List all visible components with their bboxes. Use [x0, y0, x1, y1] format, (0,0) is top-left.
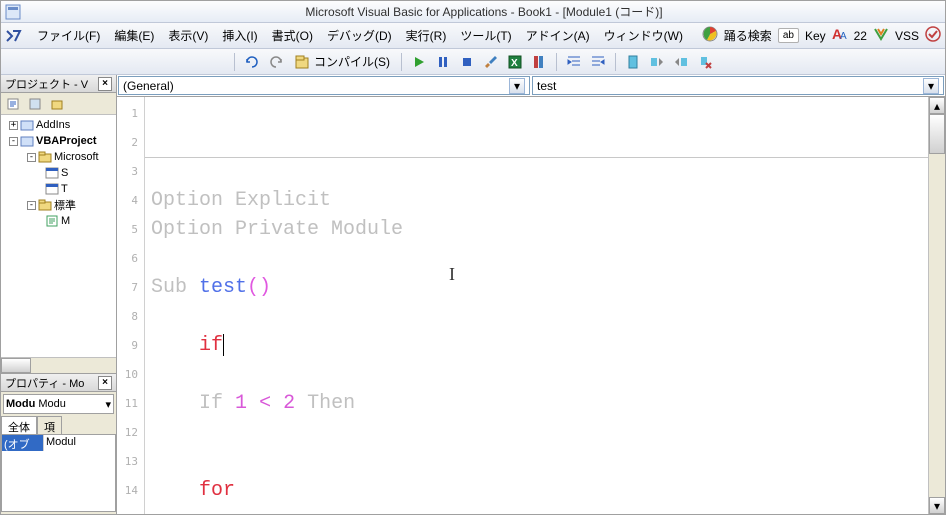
chevron-down-icon: ▾	[923, 78, 939, 94]
key-label: Key	[805, 29, 826, 43]
close-properties-pane[interactable]: ×	[98, 376, 112, 390]
vss-icon[interactable]	[873, 26, 889, 45]
count-label: 22	[854, 29, 867, 43]
svg-text:X: X	[511, 58, 518, 69]
indent-button[interactable]	[564, 52, 584, 72]
run-button[interactable]	[409, 52, 429, 72]
project-hscroll[interactable]	[1, 357, 116, 373]
scroll-thumb[interactable]	[929, 114, 945, 154]
menu-addins[interactable]: アドイン(A)	[520, 24, 596, 47]
procedure-dropdown[interactable]: test ▾	[532, 76, 944, 95]
toggle-folders-button[interactable]	[47, 94, 67, 114]
window-title: Microsoft Visual Basic for Applications …	[27, 3, 941, 20]
project-explorer-title: プロジェクト - V ×	[1, 75, 116, 93]
stop-button[interactable]	[457, 52, 477, 72]
pause-button[interactable]	[433, 52, 453, 72]
menu-edit[interactable]: 編集(E)	[108, 24, 160, 47]
project-tree[interactable]: +AddIns -VBAProject -Microsoft S T -標準 M	[1, 115, 116, 357]
text-cursor-icon: I	[449, 264, 455, 285]
menubar: ファイル(F) 編集(E) 表示(V) 挿入(I) 書式(O) デバッグ(D) …	[1, 23, 945, 49]
menu-view[interactable]: 表示(V)	[162, 24, 214, 47]
undo-button[interactable]	[242, 52, 262, 72]
vss-label: VSS	[895, 29, 919, 43]
vbe-icon	[5, 27, 23, 45]
design-mode-button[interactable]	[481, 52, 501, 72]
vertical-scrollbar[interactable]: ▴ ▾	[928, 97, 945, 514]
close-project-pane[interactable]: ×	[98, 77, 112, 91]
scope-dropdown[interactable]: (General) ▾	[118, 76, 530, 95]
prop-name-key: (オブ	[2, 435, 44, 451]
menu-tools[interactable]: ツール(T)	[454, 24, 517, 47]
view-object-button[interactable]	[25, 94, 45, 114]
chevron-down-icon: ▾	[509, 78, 525, 94]
font-icon[interactable]: AA	[832, 26, 848, 45]
title-bar: Microsoft Visual Basic for Applications …	[1, 1, 945, 23]
prop-name-value[interactable]: Modul	[44, 435, 115, 451]
edit-toolbar: コンパイル(S) X	[1, 49, 945, 75]
bookmark-button[interactable]	[623, 52, 643, 72]
menu-debug[interactable]: デバッグ(D)	[321, 24, 398, 47]
menu-format[interactable]: 書式(O)	[266, 24, 319, 47]
clear-bookmarks-button[interactable]	[695, 52, 715, 72]
menu-file[interactable]: ファイル(F)	[31, 24, 106, 47]
references-button[interactable]	[529, 52, 549, 72]
scroll-down-button[interactable]: ▾	[929, 497, 945, 514]
ab-badge[interactable]: ab	[778, 28, 799, 43]
menu-window[interactable]: ウィンドウ(W)	[598, 24, 689, 47]
chrome-icon[interactable]	[702, 26, 718, 45]
menu-run[interactable]: 実行(R)	[400, 24, 453, 47]
outdent-button[interactable]	[588, 52, 608, 72]
excel-button[interactable]: X	[505, 52, 525, 72]
check-icon[interactable]	[925, 26, 941, 45]
svg-text:A: A	[840, 31, 847, 42]
properties-object-dropdown[interactable]: Modu Modu ▾	[3, 394, 114, 414]
properties-grid[interactable]: (オブ Modul	[1, 434, 116, 512]
line-number-gutter: 1234567891011121314	[117, 97, 145, 514]
properties-tab-all[interactable]: 全体	[1, 416, 37, 434]
app-icon	[5, 4, 21, 20]
redo-button[interactable]	[266, 52, 286, 72]
code-editor[interactable]: Option ExplicitOption Private Module Sub…	[145, 97, 928, 514]
project-toolbar	[1, 93, 116, 115]
next-bookmark-button[interactable]	[647, 52, 667, 72]
scroll-up-button[interactable]: ▴	[929, 97, 945, 114]
properties-tab-categorized[interactable]: 項	[37, 416, 62, 434]
prev-bookmark-button[interactable]	[671, 52, 691, 72]
menu-insert[interactable]: 挿入(I)	[216, 24, 263, 47]
view-code-button[interactable]	[3, 94, 23, 114]
compile-button[interactable]: コンパイル(S)	[290, 53, 394, 70]
search-label[interactable]: 踊る検索	[724, 27, 772, 44]
properties-pane-title: プロパティ - Mo ×	[1, 374, 116, 392]
